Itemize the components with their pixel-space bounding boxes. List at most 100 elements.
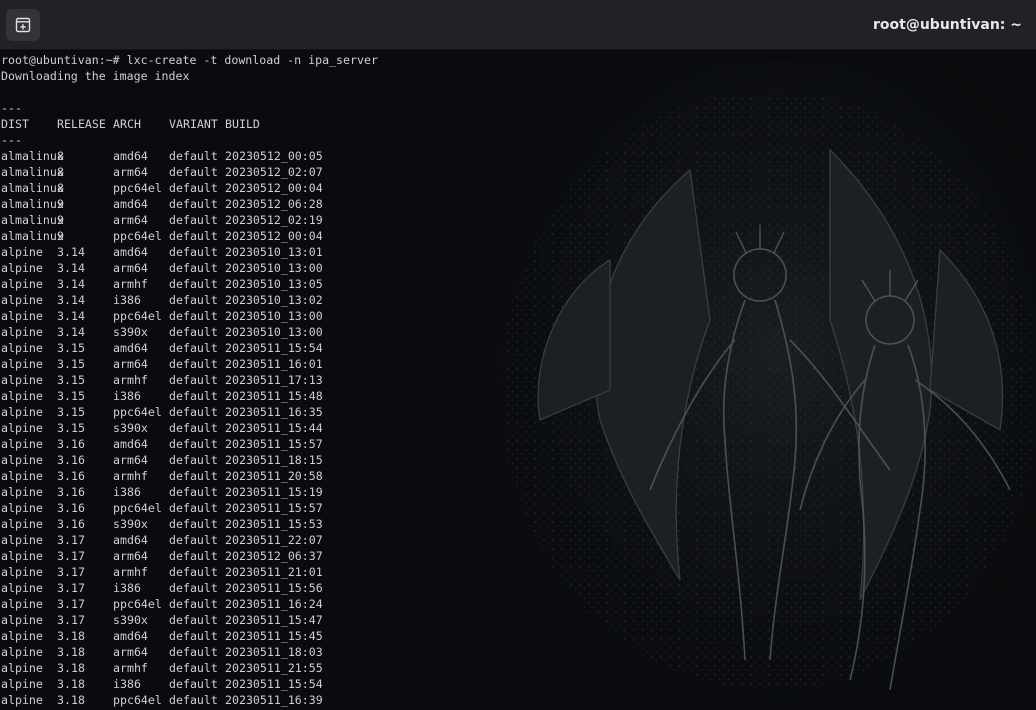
cell-build: 20230511_15:53 (225, 517, 323, 531)
cell-dist: alpine (1, 309, 43, 323)
cell-arch: armhf (113, 277, 148, 291)
cell-build: 20230511_15:56 (225, 581, 323, 595)
cell-build: 20230512_06:37 (225, 549, 323, 563)
cell-arch: arm64 (113, 357, 148, 371)
cell-arch: s390x (113, 325, 148, 339)
cell-arch: ppc64el (113, 693, 162, 707)
cell-dist: alpine (1, 277, 43, 291)
cell-dist: alpine (1, 517, 43, 531)
cell-dist: alpine (1, 661, 43, 675)
cell-release: 3.14 (57, 277, 85, 291)
cell-arch: armhf (113, 661, 148, 675)
cell-release: 3.17 (57, 597, 85, 611)
command-line: root@ubuntivan:~# lxc-create -t download… (1, 53, 378, 67)
cell-variant: default (169, 165, 218, 179)
cell-variant: default (169, 293, 218, 307)
cell-variant: default (169, 245, 218, 259)
cell-variant: default (169, 629, 218, 643)
cell-arch: arm64 (113, 261, 148, 275)
cell-build: 20230512_00:05 (225, 149, 323, 163)
cell-variant: default (169, 469, 218, 483)
table-row: alpine 3.14 arm64 default 20230510_13:00 (1, 260, 1036, 276)
table-row: alpine 3.14 ppc64el default 20230510_13:00 (1, 308, 1036, 324)
cell-build: 20230511_17:13 (225, 373, 323, 387)
cell-release: 9 (57, 197, 64, 211)
cell-release: 9 (57, 229, 64, 243)
table-row: almalinux 9 arm64 default 20230512_02:19 (1, 212, 1036, 228)
cell-build: 20230510_13:01 (225, 245, 323, 259)
cell-variant: default (169, 373, 218, 387)
cell-dist: alpine (1, 357, 43, 371)
cell-release: 3.15 (57, 373, 85, 387)
cell-dist: alpine (1, 629, 43, 643)
cell-dist: alpine (1, 677, 43, 691)
cell-build: 20230510_13:00 (225, 261, 323, 275)
table-row: alpine 3.18 amd64 default 20230511_15:45 (1, 628, 1036, 644)
cell-variant: default (169, 389, 218, 403)
cell-release: 3.15 (57, 405, 85, 419)
cell-dist: alpine (1, 565, 43, 579)
cell-build: 20230511_16:24 (225, 597, 323, 611)
cell-variant: default (169, 677, 218, 691)
cell-build: 20230511_16:01 (225, 357, 323, 371)
cell-arch: arm64 (113, 165, 148, 179)
cell-arch: arm64 (113, 213, 148, 227)
table-row: alpine 3.14 i386 default 20230510_13:02 (1, 292, 1036, 308)
cell-variant: default (169, 421, 218, 435)
table-row: alpine 3.18 i386 default 20230511_15:54 (1, 676, 1036, 692)
header-arch: ARCH (113, 117, 141, 131)
cell-release: 3.18 (57, 645, 85, 659)
table-row: alpine 3.17 armhf default 20230511_21:01 (1, 564, 1036, 580)
table-row: alpine 3.16 ppc64el default 20230511_15:57 (1, 500, 1036, 516)
table-row: alpine 3.16 i386 default 20230511_15:19 (1, 484, 1036, 500)
cell-dist: alpine (1, 469, 43, 483)
cell-build: 20230511_15:54 (225, 341, 323, 355)
cell-variant: default (169, 517, 218, 531)
new-tab-button[interactable] (6, 9, 40, 41)
cell-build: 20230511_15:45 (225, 629, 323, 643)
cell-dist: alpine (1, 421, 43, 435)
cell-release: 3.16 (57, 469, 85, 483)
table-row: alpine 3.18 armhf default 20230511_21:55 (1, 660, 1036, 676)
cell-release: 3.15 (57, 389, 85, 403)
cell-arch: arm64 (113, 549, 148, 563)
cell-release: 3.16 (57, 453, 85, 467)
cell-dist: alpine (1, 245, 43, 259)
header-build: BUILD (225, 117, 260, 131)
cell-arch: i386 (113, 485, 141, 499)
cell-variant: default (169, 613, 218, 627)
cell-arch: armhf (113, 373, 148, 387)
cell-variant: default (169, 549, 218, 563)
cell-build: 20230510_13:00 (225, 325, 323, 339)
cell-arch: i386 (113, 677, 141, 691)
window-title: root@ubuntivan: ~ (873, 17, 1022, 33)
cell-release: 3.14 (57, 293, 85, 307)
separator-line: --- (1, 133, 22, 147)
cell-dist: alpine (1, 405, 43, 419)
cell-dist: alpine (1, 693, 43, 707)
cell-variant: default (169, 277, 218, 291)
cell-dist: alpine (1, 437, 43, 451)
table-header: DIST RELEASE ARCH VARIANT BUILD (1, 116, 1036, 132)
terminal-window: root@ubuntivan: ~ root@ubuntivan:~# lxc-… (0, 0, 1036, 710)
header-dist: DIST (1, 117, 29, 131)
cell-release: 3.16 (57, 501, 85, 515)
header-release: RELEASE (57, 117, 106, 131)
cell-release: 3.14 (57, 261, 85, 275)
cell-arch: ppc64el (113, 405, 162, 419)
cell-release: 9 (57, 213, 64, 227)
cell-variant: default (169, 661, 218, 675)
table-row: alpine 3.15 i386 default 20230511_15:48 (1, 388, 1036, 404)
cell-variant: default (169, 581, 218, 595)
cell-dist: alpine (1, 501, 43, 515)
cell-release: 3.16 (57, 517, 85, 531)
cell-release: 3.18 (57, 693, 85, 707)
cell-release: 3.18 (57, 661, 85, 675)
terminal-output[interactable]: root@ubuntivan:~# lxc-create -t download… (0, 52, 1036, 710)
cell-build: 20230511_15:47 (225, 613, 323, 627)
table-row: almalinux 9 ppc64el default 20230512_00:04 (1, 228, 1036, 244)
table-row: alpine 3.16 amd64 default 20230511_15:57 (1, 436, 1036, 452)
cell-dist: alpine (1, 325, 43, 339)
cell-build: 20230510_13:00 (225, 309, 323, 323)
